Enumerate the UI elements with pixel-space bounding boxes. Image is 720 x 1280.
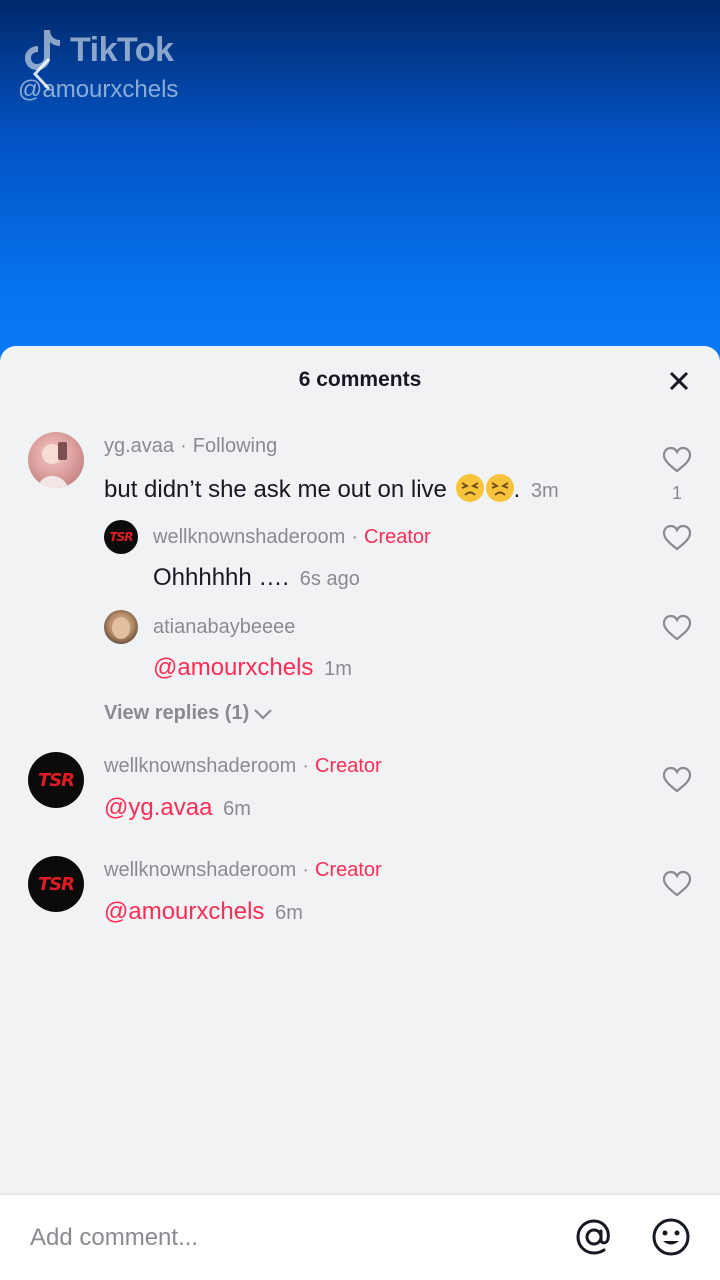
like-count: 1 xyxy=(671,483,682,503)
view-replies-button[interactable]: View replies (1) xyxy=(104,702,273,725)
reply-time: 1m xyxy=(324,658,352,680)
creator-badge: Creator xyxy=(315,755,382,777)
creator-badge: Creator xyxy=(364,526,431,548)
avatar-logo-text: TSR xyxy=(37,873,75,895)
reply-body: Ohhhhhh …. xyxy=(153,564,290,591)
chevron-left-icon xyxy=(32,57,51,91)
back-button[interactable] xyxy=(24,54,60,94)
comment-username[interactable]: wellknownshaderoom xyxy=(104,755,296,777)
view-replies-label: View replies (1) xyxy=(104,702,250,724)
persevering-face-emoji xyxy=(455,474,484,502)
like-button[interactable]: 1 xyxy=(662,446,692,504)
comment-time: 3m xyxy=(530,480,559,502)
reply-meta: wellknownshaderoom · Creator xyxy=(153,526,431,548)
like-button[interactable] xyxy=(662,870,692,903)
comments-count-title: 6 comments xyxy=(298,368,422,391)
avatar[interactable]: TSR xyxy=(28,856,84,912)
heart-icon xyxy=(662,446,692,473)
comment-suffix: . xyxy=(513,476,521,503)
reply-text: @amourxchels 1m xyxy=(153,654,352,682)
add-comment-input[interactable] xyxy=(30,1221,550,1255)
like-button[interactable] xyxy=(662,524,692,557)
avatar-photo-icon xyxy=(112,617,130,639)
comment-meta: wellknownshaderoom · Creator xyxy=(104,859,382,881)
like-button[interactable] xyxy=(662,766,692,799)
avatar-logo-text: TSR xyxy=(109,530,133,544)
chevron-down-icon xyxy=(254,708,273,720)
comment-text: @yg.avaa 6m xyxy=(104,794,251,822)
persevering-face-emoji xyxy=(485,474,514,502)
mention-link[interactable]: @amourxchels xyxy=(104,898,264,925)
comment-meta: wellknownshaderoom · Creator xyxy=(104,755,382,777)
comments-sheet: 6 comments yg.avaa · Following but didn’t … xyxy=(0,346,720,1280)
mention-link[interactable]: @yg.avaa xyxy=(104,794,212,821)
following-label: Following xyxy=(192,435,278,457)
heart-icon xyxy=(662,614,692,641)
reply-text: Ohhhhhh …. 6s ago xyxy=(153,564,360,592)
emoji-button[interactable] xyxy=(651,1217,691,1257)
watermark-brand: TikTok xyxy=(70,30,174,69)
comment-composer xyxy=(0,1194,720,1280)
reply-time: 6s ago xyxy=(299,568,360,590)
avatar[interactable] xyxy=(28,432,84,488)
avatar-logo-text: TSR xyxy=(37,769,75,791)
like-button[interactable] xyxy=(662,614,692,647)
creator-badge: Creator xyxy=(315,859,382,881)
heart-icon xyxy=(662,524,692,551)
avatar[interactable] xyxy=(104,610,138,644)
close-icon xyxy=(669,371,689,391)
reply-username[interactable]: wellknownshaderoom xyxy=(153,526,345,548)
reply-username[interactable]: atianabaybeeee xyxy=(153,616,295,638)
at-sign-icon xyxy=(576,1219,610,1255)
heart-icon xyxy=(662,870,692,897)
reply-meta: atianabaybeeee xyxy=(153,616,295,639)
comment-meta: yg.avaa · Following xyxy=(104,435,278,457)
comment-username[interactable]: yg.avaa xyxy=(104,435,174,457)
close-button[interactable] xyxy=(664,366,694,396)
smiley-icon xyxy=(652,1218,690,1256)
comment-time: 6m xyxy=(223,798,251,820)
heart-icon xyxy=(662,766,692,793)
avatar-photo-icon xyxy=(38,442,68,488)
avatar[interactable]: TSR xyxy=(28,752,84,808)
comment-body: but didn’t she ask me out on live xyxy=(104,476,447,503)
mention-link[interactable]: @amourxchels xyxy=(153,654,313,681)
comment-username[interactable]: wellknownshaderoom xyxy=(104,859,296,881)
avatar[interactable]: TSR xyxy=(104,520,138,554)
mention-button[interactable] xyxy=(574,1217,614,1257)
comment-text: but didn’t she ask me out on live . 3m xyxy=(104,474,559,504)
comment-text: @amourxchels 6m xyxy=(104,898,303,926)
comment-time: 6m xyxy=(275,902,303,924)
